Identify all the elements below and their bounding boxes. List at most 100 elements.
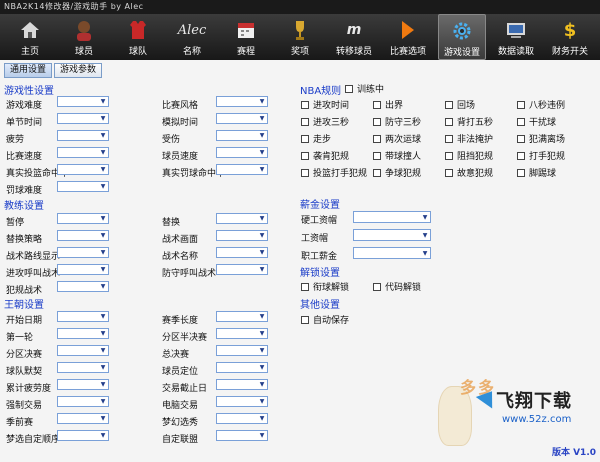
- tool-name[interactable]: Alec 名称: [168, 14, 216, 60]
- rule-checkbox[interactable]: 带球撞人: [373, 149, 421, 162]
- coach-select[interactable]: ▼: [57, 247, 109, 258]
- coach-select[interactable]: ▼: [57, 213, 109, 224]
- rule-checkbox[interactable]: 八秒违例: [517, 98, 565, 111]
- chevron-down-icon: ▼: [259, 115, 265, 122]
- salary-select[interactable]: ▼: [353, 229, 431, 241]
- coach-label: 替换策略: [6, 235, 43, 245]
- training-checkbox[interactable]: 训练中: [345, 82, 384, 95]
- rule-checkbox[interactable]: 犯满离场: [517, 132, 565, 145]
- rule-checkbox[interactable]: 出界: [373, 98, 403, 111]
- tool-transfer[interactable]: m 转移球员: [330, 14, 378, 60]
- subtab-game-params[interactable]: 游戏参数: [54, 63, 103, 78]
- gameplay-select[interactable]: ▼: [216, 96, 268, 107]
- checkbox-box: [301, 151, 309, 160]
- dynasty-select[interactable]: ▼: [57, 396, 109, 407]
- gameplay-select[interactable]: ▼: [216, 164, 268, 175]
- coach-select[interactable]: ▼: [216, 264, 268, 275]
- dynasty-select[interactable]: ▼: [57, 362, 109, 373]
- chevron-down-icon: ▼: [100, 249, 106, 256]
- dynasty-select[interactable]: ▼: [57, 379, 109, 390]
- dynasty-select[interactable]: ▼: [216, 328, 268, 339]
- rule-checkbox[interactable]: 进攻三秒: [301, 115, 349, 128]
- gameplay-select[interactable]: ▼: [216, 113, 268, 124]
- salary-select[interactable]: ▼: [353, 247, 431, 259]
- gameplay-label: 疲劳: [6, 135, 25, 145]
- rule-checkbox[interactable]: 两次运球: [373, 132, 421, 145]
- coach-select[interactable]: ▼: [216, 213, 268, 224]
- calendar-icon: [233, 17, 259, 43]
- tool-label: 财务开关: [551, 47, 588, 57]
- gameplay-select[interactable]: ▼: [216, 130, 268, 141]
- rule-checkbox[interactable]: 争球犯规: [373, 166, 421, 179]
- coach-select[interactable]: ▼: [57, 281, 109, 292]
- dynasty-select[interactable]: ▼: [216, 362, 268, 373]
- chevron-down-icon: ▼: [259, 347, 265, 354]
- dynasty-select[interactable]: ▼: [216, 396, 268, 407]
- gameplay-label: 模拟时间: [162, 118, 199, 128]
- rule-checkbox[interactable]: 故意犯规: [445, 166, 493, 179]
- dynasty-select[interactable]: ▼: [57, 413, 109, 424]
- rule-checkbox[interactable]: 阻挡犯规: [445, 149, 493, 162]
- dynasty-select[interactable]: ▼: [57, 345, 109, 356]
- coach-select[interactable]: ▼: [216, 247, 268, 258]
- gameplay-label: 比赛速度: [6, 152, 43, 162]
- tool-data[interactable]: 数据读取: [492, 14, 540, 60]
- rule-checkbox[interactable]: 投篮打手犯规: [301, 166, 367, 179]
- rule-checkbox[interactable]: 打手犯规: [517, 149, 565, 162]
- gameplay-select[interactable]: ▼: [57, 96, 109, 107]
- rule-checkbox[interactable]: 走步: [301, 132, 331, 145]
- dynasty-select[interactable]: ▼: [57, 430, 109, 441]
- gameplay-label: 罚球难度: [6, 186, 43, 196]
- rule-checkbox[interactable]: 干扰球: [517, 115, 556, 128]
- dynasty-select[interactable]: ▼: [57, 311, 109, 322]
- tool-home[interactable]: 主页: [6, 14, 54, 60]
- checkbox-box: [301, 168, 309, 177]
- tool-schedule[interactable]: 赛程: [222, 14, 270, 60]
- unlock-checkbox[interactable]: 代码解锁: [373, 280, 421, 293]
- chevron-down-icon: ▼: [100, 283, 106, 290]
- gameplay-select[interactable]: ▼: [57, 164, 109, 175]
- checkbox-box: [517, 117, 525, 126]
- coach-select[interactable]: ▼: [57, 230, 109, 241]
- autosave-checkbox[interactable]: 自动保存: [301, 313, 349, 326]
- chevron-down-icon: ▼: [259, 266, 265, 273]
- chevron-down-icon: ▼: [259, 432, 265, 439]
- gameplay-select[interactable]: ▼: [216, 147, 268, 158]
- rule-checkbox[interactable]: 袭肯犯规: [301, 149, 349, 162]
- chevron-down-icon: ▼: [422, 231, 428, 239]
- dynasty-select[interactable]: ▼: [216, 311, 268, 322]
- chevron-down-icon: ▼: [100, 415, 106, 422]
- gameplay-select[interactable]: ▼: [57, 130, 109, 141]
- gameplay-select[interactable]: ▼: [57, 147, 109, 158]
- checkbox-box: [301, 100, 309, 109]
- tool-team[interactable]: 球队: [114, 14, 162, 60]
- rule-checkbox[interactable]: 防守三秒: [373, 115, 421, 128]
- subtab-general[interactable]: 通用设置: [4, 63, 53, 78]
- coach-select[interactable]: ▼: [216, 230, 268, 241]
- tool-awards[interactable]: 奖项: [276, 14, 324, 60]
- dynasty-select[interactable]: ▼: [216, 413, 268, 424]
- dynasty-select[interactable]: ▼: [216, 345, 268, 356]
- rule-checkbox[interactable]: 非法掩护: [445, 132, 493, 145]
- rule-checkbox[interactable]: 进攻时间: [301, 98, 349, 111]
- gameplay-select[interactable]: ▼: [57, 181, 109, 192]
- dynasty-select[interactable]: ▼: [216, 379, 268, 390]
- checkbox-box: [517, 134, 525, 143]
- section-other-title: 其他设置: [300, 300, 340, 311]
- gameplay-select[interactable]: ▼: [57, 113, 109, 124]
- rule-checkbox[interactable]: 脚踢球: [517, 166, 556, 179]
- chevron-down-icon: ▼: [100, 398, 106, 405]
- rule-checkbox[interactable]: 回场: [445, 98, 475, 111]
- dynasty-label: 梦选自定顺序: [6, 435, 61, 445]
- coach-select[interactable]: ▼: [57, 264, 109, 275]
- gear-icon: [449, 18, 475, 44]
- dynasty-select[interactable]: ▼: [216, 430, 268, 441]
- dynasty-select[interactable]: ▼: [57, 328, 109, 339]
- unlock-checkbox[interactable]: 衔球解锁: [301, 280, 349, 293]
- tool-player[interactable]: 球员: [60, 14, 108, 60]
- salary-select[interactable]: ▼: [353, 211, 431, 223]
- tool-finance[interactable]: $ 财务开关: [546, 14, 594, 60]
- rule-checkbox[interactable]: 背打五秒: [445, 115, 493, 128]
- tool-game-settings[interactable]: 游戏设置: [438, 14, 486, 60]
- tool-match-options[interactable]: 比赛选项: [384, 14, 432, 60]
